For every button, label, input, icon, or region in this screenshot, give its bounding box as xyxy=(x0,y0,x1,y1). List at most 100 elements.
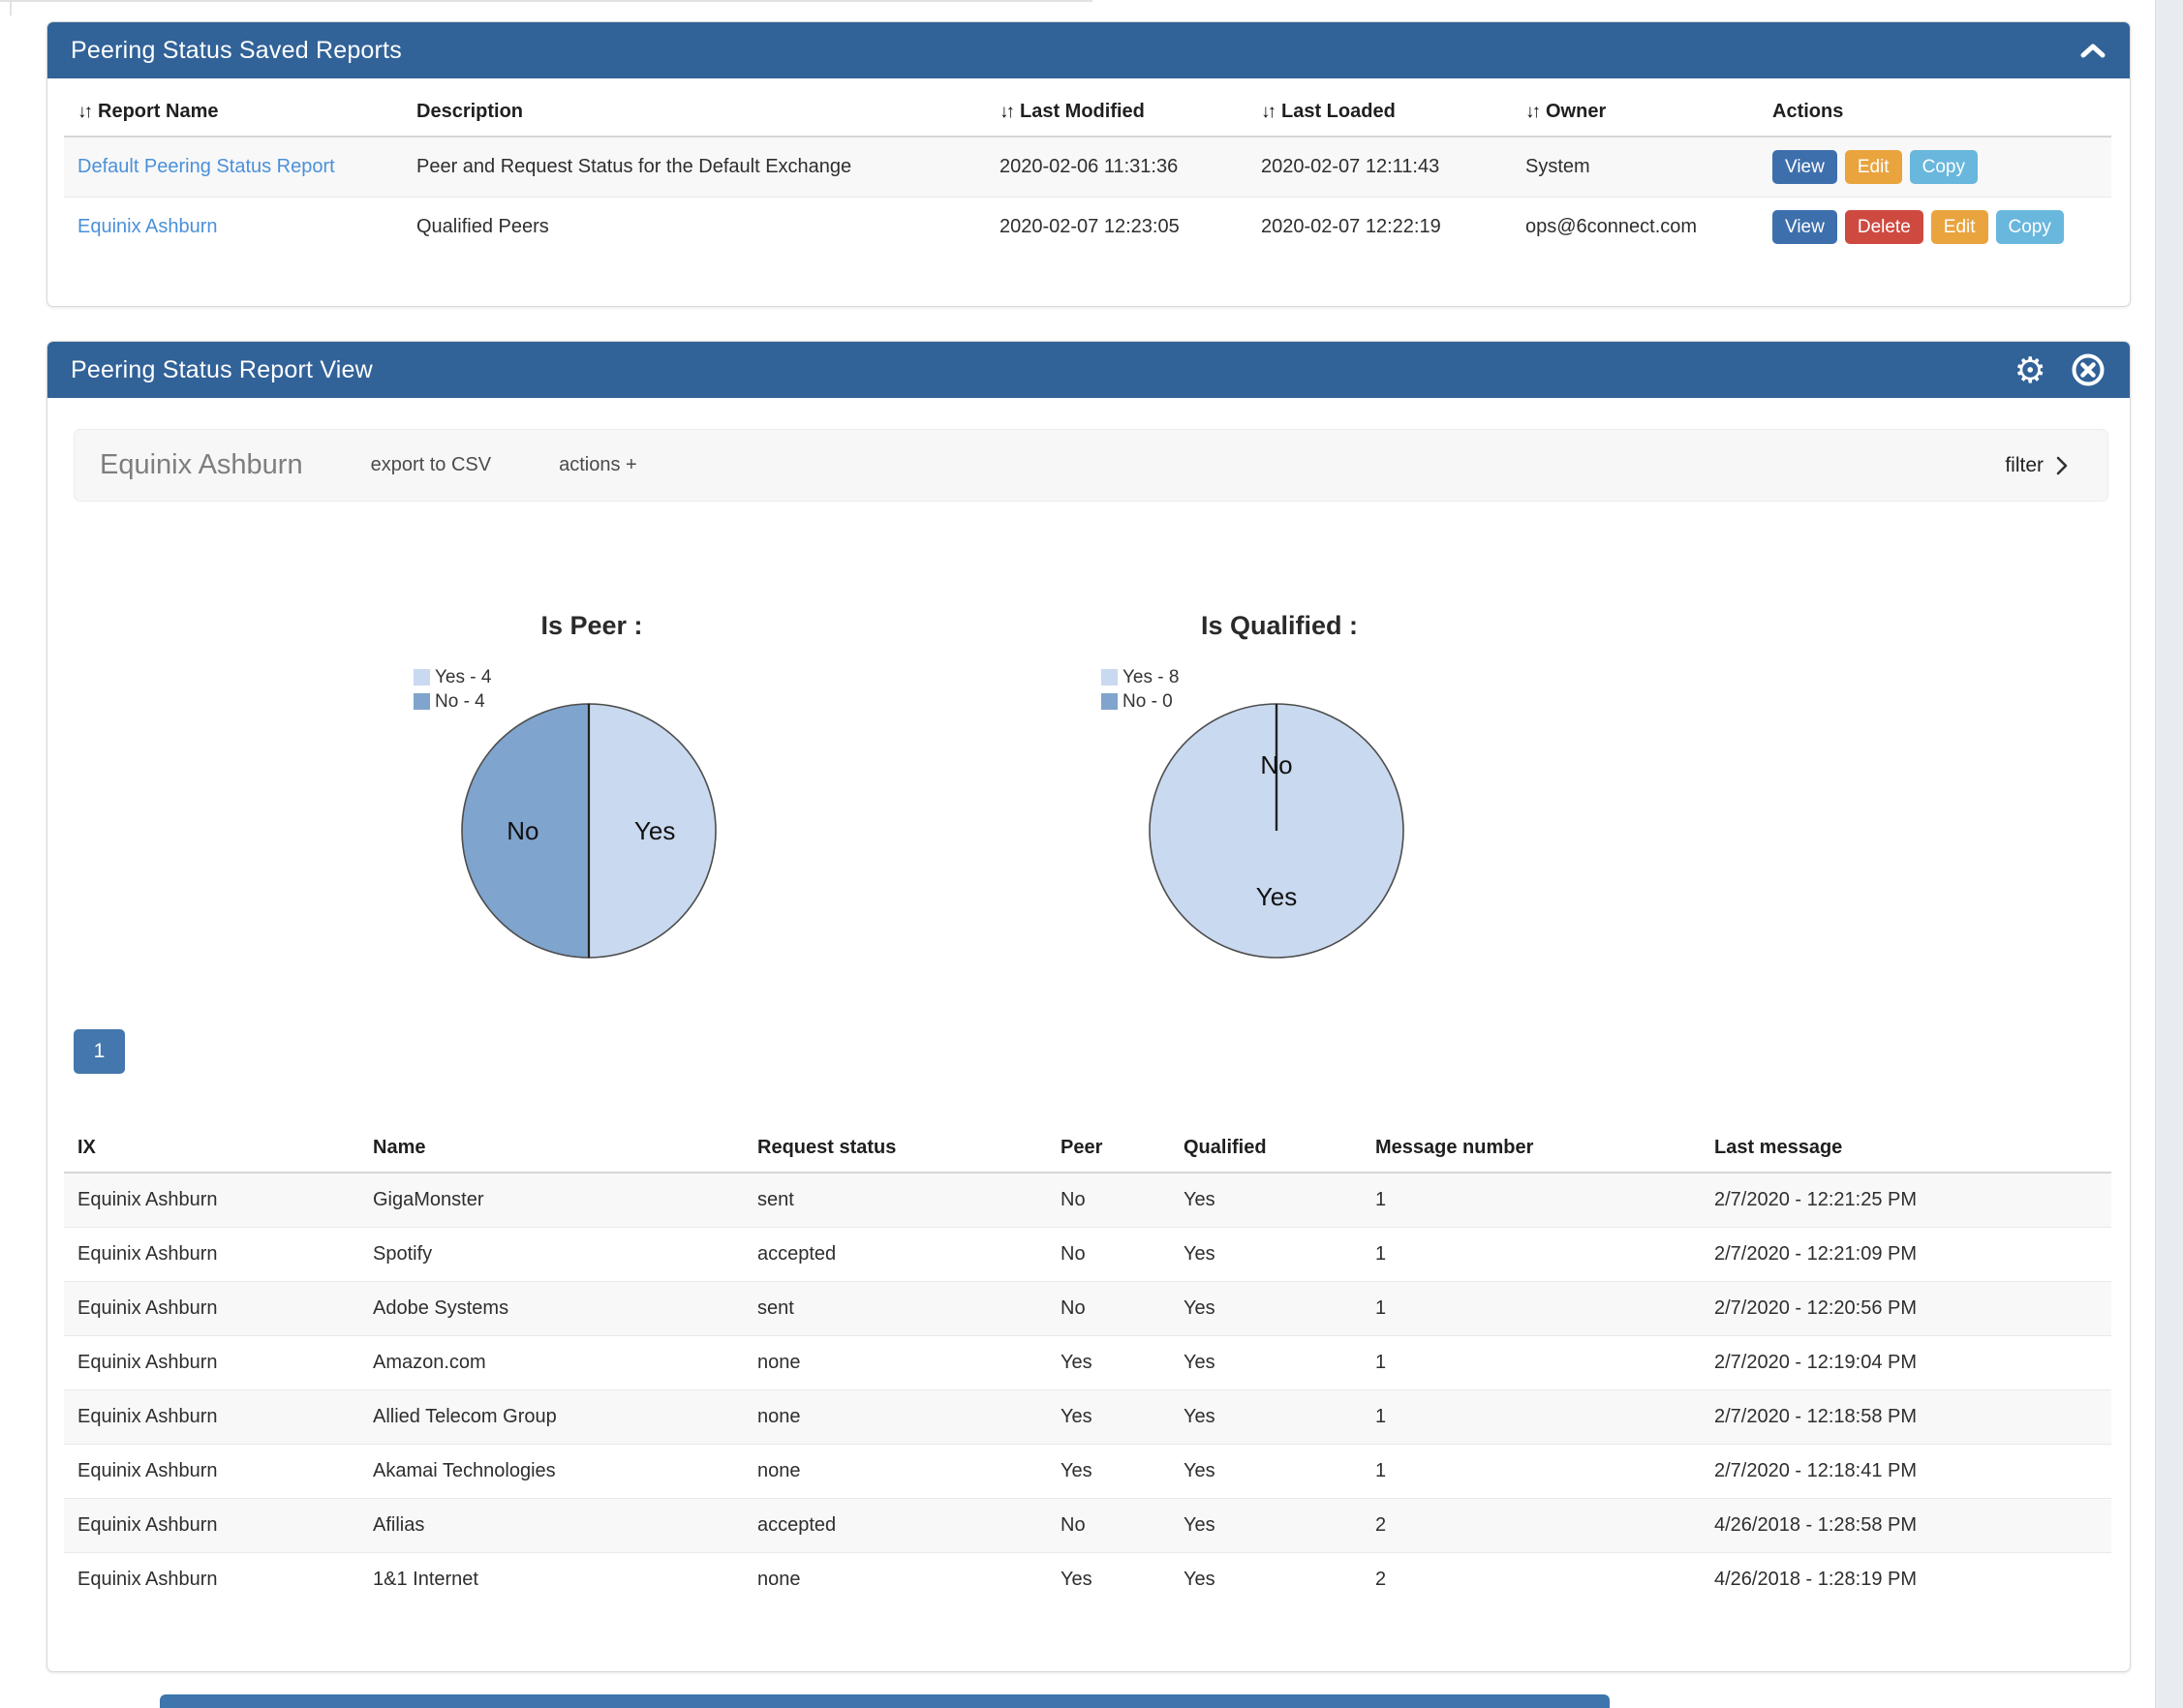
saved-col-report-name[interactable]: ↓↑Report Name xyxy=(64,88,403,137)
edit-button[interactable]: Edit xyxy=(1931,210,1988,244)
filter-label: filter xyxy=(2005,454,2044,477)
legend-swatch-yes xyxy=(414,669,430,686)
saved-report-row: Default Peering Status Report Peer and Re… xyxy=(64,137,2111,198)
request-status-cell: none xyxy=(744,1553,1047,1607)
saved-reports-body: ↓↑Report NameDescription↓↑Last Modified↓… xyxy=(47,88,2130,257)
copy-button[interactable]: Copy xyxy=(1996,210,2064,244)
request-status-cell: sent xyxy=(744,1173,1047,1228)
peer-cell: Yes xyxy=(1047,1390,1170,1445)
description-cell: Qualified Peers xyxy=(403,198,986,258)
last-message-cell: 2/7/2020 - 12:18:41 PM xyxy=(1701,1445,2111,1499)
last-message-cell: 2/7/2020 - 12:20:56 PM xyxy=(1701,1282,2111,1336)
name-cell: Amazon.com xyxy=(359,1336,744,1390)
message-number-cell: 1 xyxy=(1362,1336,1701,1390)
peer-cell: No xyxy=(1047,1282,1170,1336)
ix-cell: Equinix Ashburn xyxy=(64,1390,359,1445)
results-col-qualified: Qualified xyxy=(1170,1124,1362,1173)
last-message-cell: 2/7/2020 - 12:18:58 PM xyxy=(1701,1390,2111,1445)
close-circle-x-icon[interactable] xyxy=(2070,351,2106,388)
column-label: Last Loaded xyxy=(1281,101,1396,122)
view-button[interactable]: View xyxy=(1772,150,1837,184)
report-name-link[interactable]: Default Peering Status Report xyxy=(77,156,335,177)
qualified-cell: Yes xyxy=(1170,1336,1362,1390)
actions-cell: ViewEditCopy xyxy=(1759,137,2111,198)
last-loaded-cell: 2020-02-07 12:22:19 xyxy=(1247,198,1512,258)
sort-arrows-icon: ↓↑ xyxy=(1525,102,1538,122)
edit-button[interactable]: Edit xyxy=(1845,150,1902,184)
results-col-request-status: Request status xyxy=(744,1124,1047,1173)
name-cell: Adobe Systems xyxy=(359,1282,744,1336)
ix-cell: Equinix Ashburn xyxy=(64,1336,359,1390)
request-status-cell: none xyxy=(744,1445,1047,1499)
peer-cell: Yes xyxy=(1047,1553,1170,1607)
message-number-cell: 1 xyxy=(1362,1445,1701,1499)
ix-cell: Equinix Ashburn xyxy=(64,1228,359,1282)
name-cell: Spotify xyxy=(359,1228,744,1282)
message-number-cell: 1 xyxy=(1362,1173,1701,1228)
last-modified-cell: 2020-02-06 11:31:36 xyxy=(986,137,1247,198)
message-number-cell: 2 xyxy=(1362,1499,1701,1553)
report-name-heading: Equinix Ashburn xyxy=(100,449,303,481)
request-status-cell: sent xyxy=(744,1282,1047,1336)
settings-gear-icon[interactable]: ⚙ xyxy=(2014,352,2046,388)
peer-cell: No xyxy=(1047,1499,1170,1553)
name-cell: 1&1 Internet xyxy=(359,1553,744,1607)
request-status-cell: none xyxy=(744,1390,1047,1445)
is-peer-pie: YesNo xyxy=(453,695,724,966)
sort-arrows-icon: ↓↑ xyxy=(999,102,1012,122)
saved-col-description: Description xyxy=(403,88,986,137)
view-button[interactable]: View xyxy=(1772,210,1837,244)
qualified-cell: Yes xyxy=(1170,1282,1362,1336)
saved-col-last-loaded[interactable]: ↓↑Last Loaded xyxy=(1247,88,1512,137)
last-message-cell: 4/26/2018 - 1:28:58 PM xyxy=(1701,1499,2111,1553)
report-toolbar: Equinix Ashburn export to CSV actions + … xyxy=(74,429,2108,502)
results-row: Equinix AshburnGigaMonstersentNoYes12/7/… xyxy=(64,1173,2111,1228)
qualified-cell: Yes xyxy=(1170,1173,1362,1228)
is-qualified-chart-title: Is Qualified : xyxy=(1008,601,1551,641)
is-peer-chart-title: Is Peer : xyxy=(321,601,863,641)
actions-cell: ViewDeleteEditCopy xyxy=(1759,198,2111,258)
saved-col-last-modified[interactable]: ↓↑ Last Modified xyxy=(986,88,1247,137)
delete-button[interactable]: Delete xyxy=(1845,210,1923,244)
peer-cell: Yes xyxy=(1047,1336,1170,1390)
pagination-page-1-button[interactable]: 1 xyxy=(74,1029,125,1074)
message-number-cell: 1 xyxy=(1362,1282,1701,1336)
saved-col-actions: Actions xyxy=(1759,88,2111,137)
legend-item-yes[interactable]: Yes - 4 xyxy=(414,665,491,689)
ix-cell: Equinix Ashburn xyxy=(64,1173,359,1228)
legend-label: Yes - 8 xyxy=(1122,665,1179,689)
last-loaded-cell: 2020-02-07 12:11:43 xyxy=(1247,137,1512,198)
owner-cell: ops@6connect.com xyxy=(1512,198,1759,258)
report-name-link[interactable]: Equinix Ashburn xyxy=(77,216,218,237)
ix-cell: Equinix Ashburn xyxy=(64,1282,359,1336)
name-cell: Akamai Technologies xyxy=(359,1445,744,1499)
qualified-cell: Yes xyxy=(1170,1445,1362,1499)
copy-button[interactable]: Copy xyxy=(1910,150,1978,184)
pie-slice-label: No xyxy=(507,816,538,845)
results-row: Equinix AshburnAkamai TechnologiesnoneYe… xyxy=(64,1445,2111,1499)
legend-item-yes[interactable]: Yes - 8 xyxy=(1101,665,1179,689)
top-border-line xyxy=(0,0,1092,2)
legend-swatch-yes xyxy=(1101,669,1118,686)
scrollbar-track[interactable] xyxy=(2155,0,2183,1708)
export-csv-link[interactable]: export to CSV xyxy=(371,454,492,476)
column-label: Last Modified xyxy=(1020,101,1145,122)
saved-col-owner[interactable]: ↓↑Owner xyxy=(1512,88,1759,137)
saved-reports-table: ↓↑Report NameDescription↓↑Last Modified↓… xyxy=(64,88,2111,257)
description-cell: Peer and Request Status for the Default … xyxy=(403,137,986,198)
request-status-cell: none xyxy=(744,1336,1047,1390)
legend-swatch-no xyxy=(414,693,430,710)
chevron-right-icon xyxy=(2055,454,2069,477)
results-col-ix: IX xyxy=(64,1124,359,1173)
actions-menu-link[interactable]: actions + xyxy=(559,454,637,476)
ix-cell: Equinix Ashburn xyxy=(64,1553,359,1607)
results-table-wrap: IXNameRequest statusPeerQualifiedMessage… xyxy=(47,1124,2130,1606)
last-modified-cell: 2020-02-07 12:23:05 xyxy=(986,198,1247,258)
qualified-cell: Yes xyxy=(1170,1390,1362,1445)
filter-toggle[interactable]: filter xyxy=(2005,454,2069,477)
report-view-panel-header: Peering Status Report View ⚙ xyxy=(47,342,2130,398)
collapse-chevron-up-icon[interactable] xyxy=(2079,42,2106,59)
is-qualified-pie: YesNo xyxy=(1141,695,1412,966)
results-header-row: IXNameRequest statusPeerQualifiedMessage… xyxy=(64,1124,2111,1173)
saved-reports-panel-header: Peering Status Saved Reports xyxy=(47,22,2130,78)
